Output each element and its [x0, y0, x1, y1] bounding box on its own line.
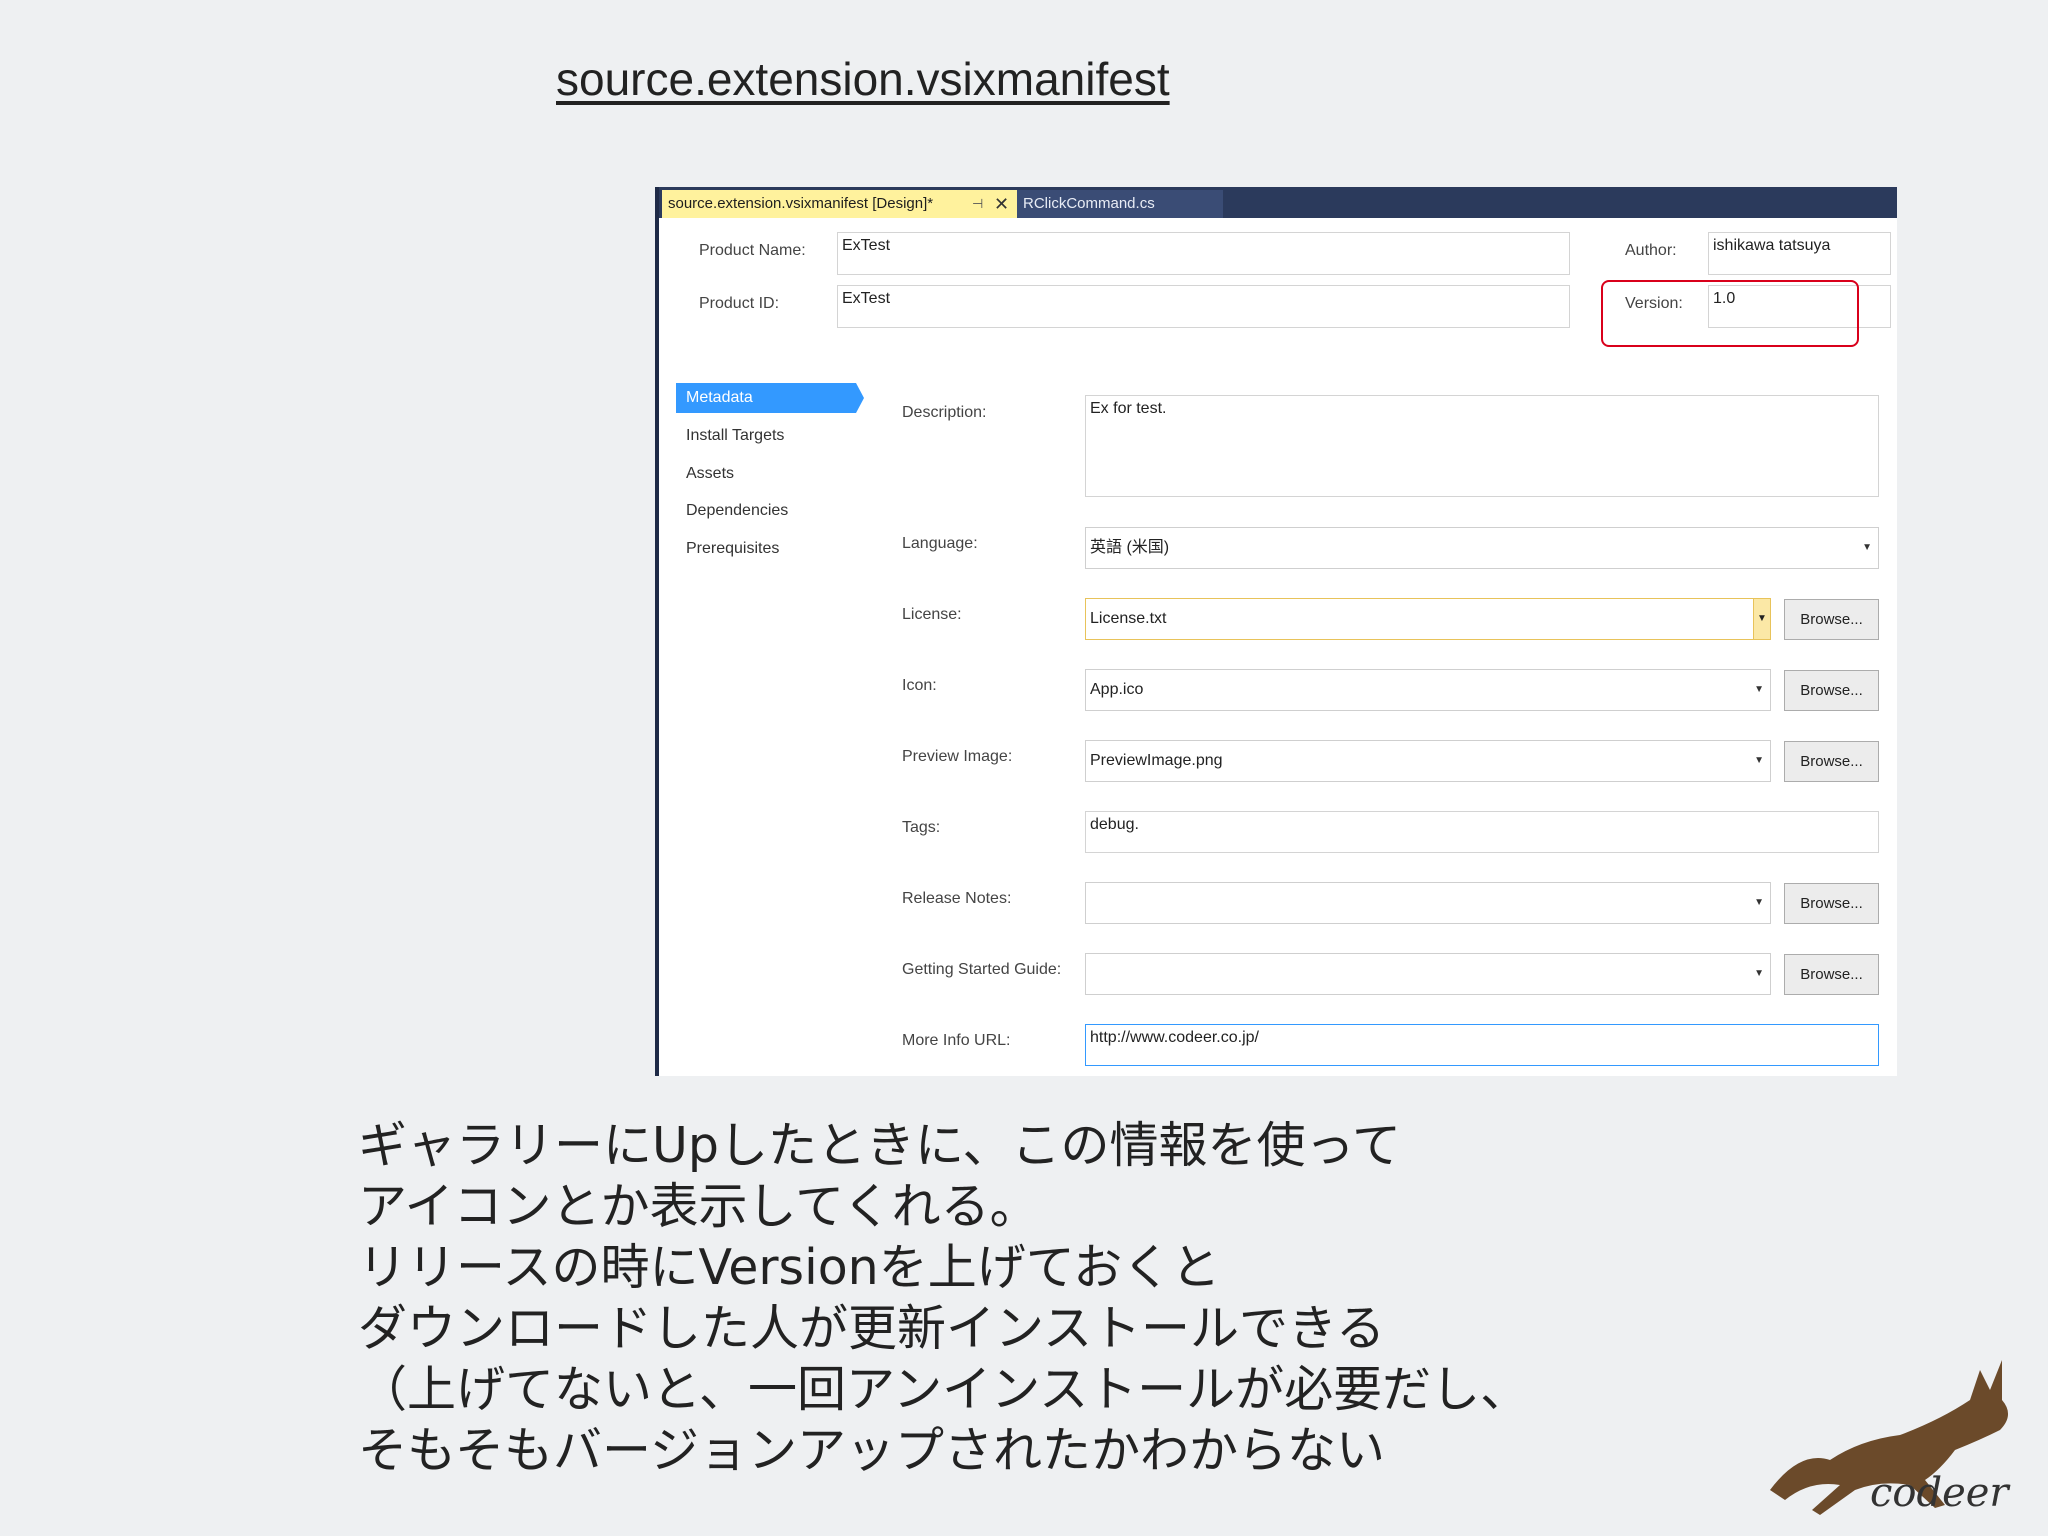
getting-started-browse-button[interactable]: Browse...: [1784, 954, 1879, 995]
brand-logo-text: codeer: [1870, 1470, 2009, 1516]
description-field[interactable]: Ex for test.: [1085, 395, 1879, 497]
chevron-down-icon: ▼: [1753, 599, 1770, 639]
icon-browse-button[interactable]: Browse...: [1784, 670, 1879, 711]
license-browse-button[interactable]: Browse...: [1784, 599, 1879, 640]
product-name-field[interactable]: ExTest: [837, 232, 1570, 275]
nav-item-metadata[interactable]: Metadata: [676, 383, 864, 413]
preview-image-value: PreviewImage.png: [1090, 752, 1223, 769]
caption-line-2: アイコンとか表示してくれる。: [358, 1178, 1039, 1235]
language-value: 英語 (米国): [1090, 539, 1170, 556]
tab-label: source.extension.vsixmanifest [Design]*: [668, 195, 934, 212]
caption-line-6: そもそもバージョンアップされたかわからない: [358, 1422, 1386, 1479]
tab-rclickcommand[interactable]: RClickCommand.cs: [1017, 190, 1223, 218]
getting-started-label: Getting Started Guide:: [902, 961, 1062, 978]
chevron-down-icon: ▼: [1754, 755, 1764, 766]
nav-item-install-targets[interactable]: Install Targets: [676, 421, 856, 451]
chevron-down-icon: ▼: [1754, 968, 1764, 979]
chevron-down-icon: ▼: [1862, 542, 1872, 553]
vs-editor-window: source.extension.vsixmanifest [Design]* …: [655, 187, 1897, 1076]
nav-item-prerequisites[interactable]: Prerequisites: [676, 534, 856, 564]
icon-value: App.ico: [1090, 681, 1144, 698]
product-id-label: Product ID:: [699, 295, 780, 312]
nav-item-dependencies[interactable]: Dependencies: [676, 496, 856, 526]
release-notes-browse-button[interactable]: Browse...: [1784, 883, 1879, 924]
close-icon[interactable]: ✕: [994, 190, 1009, 218]
license-value: License.txt: [1090, 610, 1167, 627]
preview-image-label: Preview Image:: [902, 748, 1013, 765]
release-notes-label: Release Notes:: [902, 890, 1012, 907]
getting-started-select[interactable]: ▼: [1085, 953, 1771, 995]
tags-label: Tags:: [902, 819, 941, 836]
description-label: Description:: [902, 404, 987, 421]
icon-label: Icon:: [902, 677, 937, 694]
tags-field[interactable]: debug.: [1085, 811, 1879, 853]
nav-item-assets[interactable]: Assets: [676, 459, 856, 489]
release-notes-select[interactable]: ▼: [1085, 882, 1771, 924]
language-label: Language:: [902, 535, 978, 552]
caption-line-1: ギャラリーにUpしたときに、この情報を使って: [358, 1117, 1402, 1174]
author-field[interactable]: ishikawa tatsuya: [1708, 232, 1891, 275]
caption-line-4: ダウンロードした人が更新インストールできる: [358, 1300, 1386, 1357]
product-id-field[interactable]: ExTest: [837, 285, 1570, 328]
tab-manifest-design[interactable]: source.extension.vsixmanifest [Design]* …: [662, 190, 1020, 218]
caption-line-5: （上げてないと、一回アンインストールが必要だし、: [358, 1361, 1530, 1418]
preview-image-browse-button[interactable]: Browse...: [1784, 741, 1879, 782]
product-name-label: Product Name:: [699, 242, 806, 259]
slide-title: source.extension.vsixmanifest: [556, 53, 1170, 105]
more-info-url-field[interactable]: http://www.codeer.co.jp/: [1085, 1024, 1879, 1066]
more-info-url-label: More Info URL:: [902, 1032, 1011, 1049]
version-highlight-annotation: [1601, 280, 1859, 347]
chevron-down-icon: ▼: [1754, 684, 1764, 695]
caption-line-3: リリースの時にVersionを上げておくと: [358, 1239, 1221, 1296]
icon-select[interactable]: App.ico ▼: [1085, 669, 1771, 711]
author-label: Author:: [1625, 242, 1677, 259]
language-select[interactable]: 英語 (米国) ▼: [1085, 527, 1879, 569]
preview-image-select[interactable]: PreviewImage.png ▼: [1085, 740, 1771, 782]
slide-caption: ギャラリーにUpしたときに、この情報を使って アイコンとか表示してくれる。 リリ…: [358, 1115, 1658, 1481]
chevron-down-icon: ▼: [1754, 897, 1764, 908]
license-label: License:: [902, 606, 962, 623]
document-tab-bar: source.extension.vsixmanifest [Design]* …: [659, 187, 1897, 218]
license-select[interactable]: License.txt ▼: [1085, 598, 1771, 640]
pin-icon[interactable]: ⊣: [972, 190, 983, 218]
